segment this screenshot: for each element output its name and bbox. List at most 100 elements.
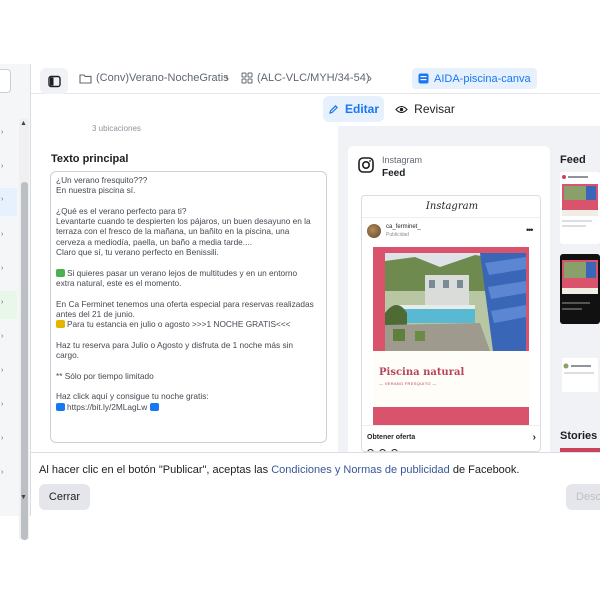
primary-text-line: antes del 21 de junio. [56,309,320,319]
emoji-icon [56,320,65,329]
breadcrumb-ad-label: AIDA-piscina-canva [434,72,531,85]
feed-placements-label: Feed [560,154,586,166]
tree-caret-icon[interactable]: › [1,333,7,340]
tree-caret-icon[interactable]: › [1,265,7,272]
post-sponsored-label: Publicidad [386,232,410,238]
pool-photo [385,253,526,351]
terms-link[interactable]: Condiciones y Normas de publicidad [271,464,450,476]
feed-placement-thumb[interactable] [560,172,600,244]
tree-caret-icon[interactable]: › [1,231,7,238]
sidebar-panel-icon [47,75,61,87]
primary-text-line-text: cargo. [56,350,80,361]
locations-count: 3 ubicaciones [92,124,141,133]
primary-text-line: En nuestra piscina sí. [56,185,320,195]
edit-button-label: Editar [344,102,379,116]
primary-text-input[interactable]: ¿Un verano fresquito??? En nuestra piscin… [50,171,327,443]
review-button[interactable]: Revisar [393,96,457,122]
tree-caret-icon[interactable]: › [1,367,7,374]
instagram-post-mockup: Instagram ca_ferminet_ Publicidad ••• Pi… [361,195,541,452]
primary-text-line-text: En Ca Ferminet tenemos una oferta especi… [56,298,314,309]
post-account-name: ca_ferminet_ [386,224,421,230]
chevron-right-icon: › [225,71,229,85]
tree-caret-icon[interactable]: › [1,129,7,136]
scroll-up-arrow-icon[interactable]: ▲ [20,120,27,127]
primary-text-line-text: En nuestra piscina sí. [56,185,136,196]
primary-text-label: Texto principal [51,153,129,165]
tree-caret-icon[interactable]: › [1,196,7,203]
feed-placement-thumb[interactable] [560,254,600,324]
review-button-label: Revisar [414,102,455,116]
post-subtitle: — VERANO FRESQUITO — [379,381,437,386]
editor-header: (Conv)Verano-NocheGratis › (ALC-VLC/MYH/… [31,64,600,94]
instagram-icon [358,157,374,173]
edit-button[interactable]: Editar [323,96,384,122]
feed-placement-thumb[interactable] [560,338,600,408]
panel-toggle-button[interactable] [40,68,68,94]
text-blank-line [56,381,320,391]
primary-text-line-text: extra natural, este es el momento. [56,277,182,288]
grid-icon [241,72,253,84]
primary-text-line: cargo. [56,350,320,360]
primary-text-line: https://bit.ly/2MLagLw [56,402,320,412]
primary-text-line: Levantarte cuando te despierten los pája… [56,216,320,226]
emoji-icon [56,268,65,277]
terms-notice: Al hacer clic en el botón "Publicar", ac… [39,464,519,476]
tree-caret-icon[interactable]: › [1,435,7,442]
chevron-right-icon: › [532,432,536,443]
ad-icon [418,73,429,84]
text-blank-line [56,329,320,339]
emoji-icon [150,402,160,411]
close-button[interactable]: Cerrar [39,484,90,510]
cta-label: Obtener oferta [367,434,416,441]
ad-editor-window: › › › › › › › › › › › ▲ ▼ (Conv)Verano-N… [0,0,600,600]
primary-text-line-text: https://bit.ly/2MLagLw [67,401,148,412]
discard-button[interactable]: Desc [566,484,600,510]
primary-text-line: terraza con el fresco de la mañana, un b… [56,226,320,236]
more-options-icon[interactable]: ••• [526,225,534,235]
breadcrumb-adset[interactable]: (ALC-VLC/MYH/34-54) [241,72,369,84]
primary-text-line: ¿Qué es el verano perfecto para ti? [56,206,320,216]
breadcrumb-ad[interactable]: AIDA-piscina-canva [412,68,537,89]
primary-text-line-text: Haz tu reserva para Julio o Agosto y dis… [56,339,294,350]
text-blank-line [56,288,320,298]
tree-caret-icon[interactable]: › [1,299,7,306]
terms-suffix: de Facebook. [449,464,520,476]
post-creative-image: Piscina natural — VERANO FRESQUITO — [373,247,529,425]
primary-text-line: ¿Un verano fresquito??? [56,175,320,185]
chevron-right-icon: › [368,71,372,85]
post-paper-strip [373,351,529,407]
post-title: Piscina natural [379,367,465,378]
primary-text-line-text: Claro que sí, tu verano perfecto en Beni… [56,247,219,258]
cta-bar[interactable]: Obtener oferta › [362,425,540,449]
left-scrollbar-thumb[interactable] [21,182,28,540]
eye-icon [395,105,408,113]
tree-caret-icon[interactable]: › [1,469,7,476]
primary-text-line: Haz tu reserva para Julio o Agosto y dis… [56,340,320,350]
folder-icon [79,73,92,84]
primary-text-line: Si quieres pasar un verano lejos de mult… [56,268,320,278]
primary-text-line-text: Haz click aquí y consigue tu noche grati… [56,391,209,402]
primary-text-line: cerveza a mediodía, paella, un baño a me… [56,237,320,247]
primary-text-line-text: ** Sólo por tiempo limitado [56,370,154,381]
preview-platform-label: Instagram [382,155,423,165]
primary-text-line: En Ca Ferminet tenemos una oferta especi… [56,299,320,309]
scroll-down-arrow-icon[interactable]: ▼ [20,494,27,501]
primary-text-line-text: Para tu estancia en julio o agosto >>>1 … [67,319,291,330]
tree-caret-icon[interactable]: › [1,163,7,170]
text-blank-line [56,360,320,370]
emoji-icon [56,402,65,411]
text-blank-line [56,196,320,206]
footer-divider [31,452,600,453]
preview-placement-label: Feed [382,168,406,179]
tree-caret-icon[interactable]: › [1,401,7,408]
primary-text-line-text: Si quieres pasar un verano lejos de mult… [67,267,298,278]
collapsed-select[interactable] [0,69,11,93]
breadcrumb-adset-label: (ALC-VLC/MYH/34-54) [257,72,370,84]
primary-text-line: extra natural, este es el momento. [56,278,320,288]
primary-text-line-text: terraza con el fresco de la mañana, un b… [56,226,290,237]
left-panel-strip: › › › › › › › › › › › ▲ ▼ [0,64,31,540]
pencil-icon [329,104,338,114]
breadcrumb-campaign[interactable]: (Conv)Verano-NocheGratis [79,72,229,84]
text-blank-line [56,257,320,267]
breadcrumb-campaign-label: (Conv)Verano-NocheGratis [96,72,229,84]
